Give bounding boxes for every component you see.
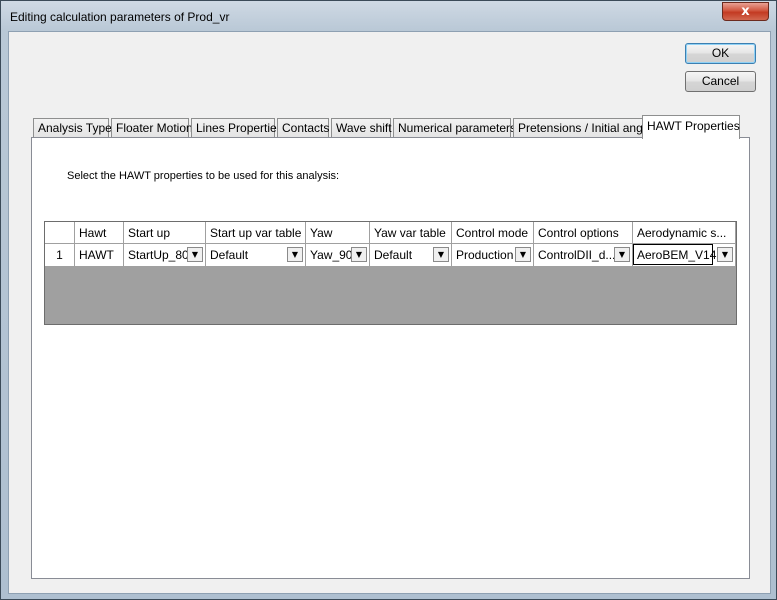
cell-control-options-value: ControlDII_d... (538, 248, 616, 262)
column-header-yaw-var-table[interactable]: Yaw var table (370, 222, 452, 244)
close-button[interactable]: x (722, 2, 769, 21)
title-bar[interactable]: Editing calculation parameters of Prod_v… (1, 1, 776, 31)
column-header-start-up[interactable]: Start up (124, 222, 206, 244)
cell-start-up-var-table-value: Default (210, 248, 249, 262)
tab-contacts[interactable]: Contacts (277, 118, 329, 138)
tab-numerical-parameters[interactable]: Numerical parameters (393, 118, 516, 138)
cancel-button[interactable]: Cancel (685, 71, 756, 92)
column-header-start-up-var-table[interactable]: Start up var table (206, 222, 306, 244)
cell-start-up[interactable]: StartUp_80 ▼ (124, 244, 206, 267)
cell-aerodynamic[interactable]: AeroBEM_V14 ▼ (633, 244, 736, 267)
cell-control-options[interactable]: ControlDII_d... ▼ (534, 244, 633, 267)
dropdown-arrow-icon[interactable]: ▼ (351, 247, 367, 262)
column-header-hawt[interactable]: Hawt (75, 222, 124, 244)
tab-wave-shift[interactable]: Wave shift (331, 118, 392, 138)
column-header-aerodynamic[interactable]: Aerodynamic s... (633, 222, 736, 244)
cell-control-mode[interactable]: Production ▼ (452, 244, 534, 267)
cell-aerodynamic-value: AeroBEM_V14 (637, 248, 717, 262)
row-number[interactable]: 1 (45, 244, 75, 267)
dropdown-arrow-icon[interactable]: ▼ (515, 247, 531, 262)
dialog-client-area: OK Cancel Analysis Type Floater Motion L… (8, 31, 771, 594)
dialog-window: Editing calculation parameters of Prod_v… (0, 0, 777, 600)
column-header-yaw[interactable]: Yaw (306, 222, 370, 244)
close-icon: x (741, 4, 750, 19)
tab-analysis-type[interactable]: Analysis Type (33, 118, 112, 138)
hawt-properties-grid: Hawt Start up Start up var table Yaw Yaw… (44, 221, 737, 325)
cell-hawt-value: HAWT (79, 248, 114, 262)
instruction-text: Select the HAWT properties to be used fo… (67, 170, 340, 182)
cell-control-mode-value: Production (456, 248, 514, 262)
cell-yaw[interactable]: Yaw_90 ▼ (306, 244, 370, 267)
tab-lines-properties[interactable]: Lines Properties (191, 118, 283, 138)
window-title: Editing calculation parameters of Prod_v… (10, 10, 230, 24)
tab-pretensions-initial-angles[interactable]: Pretensions / Initial angles (513, 118, 658, 138)
dropdown-arrow-icon[interactable]: ▼ (614, 247, 630, 262)
ok-button[interactable]: OK (685, 43, 756, 64)
cell-yaw-value: Yaw_90 (310, 248, 353, 262)
cell-yaw-var-table[interactable]: Default ▼ (370, 244, 452, 267)
dropdown-arrow-icon[interactable]: ▼ (287, 247, 303, 262)
dropdown-arrow-icon[interactable]: ▼ (433, 247, 449, 262)
tab-hawt-properties[interactable]: HAWT Properties (642, 115, 740, 139)
column-header-control-mode[interactable]: Control mode (452, 222, 534, 244)
column-header-control-options[interactable]: Control options (534, 222, 633, 244)
dropdown-arrow-icon[interactable]: ▼ (187, 247, 203, 262)
cell-hawt[interactable]: HAWT (75, 244, 124, 267)
dropdown-arrow-icon[interactable]: ▼ (717, 247, 733, 262)
cell-yaw-var-table-value: Default (374, 248, 413, 262)
column-header-row-number (45, 222, 75, 244)
tab-floater-motion[interactable]: Floater Motion (111, 118, 193, 138)
tab-panel-hawt-properties: Select the HAWT properties to be used fo… (31, 137, 750, 579)
cell-start-up-value: StartUp_80 (128, 248, 189, 262)
cell-start-up-var-table[interactable]: Default ▼ (206, 244, 306, 267)
